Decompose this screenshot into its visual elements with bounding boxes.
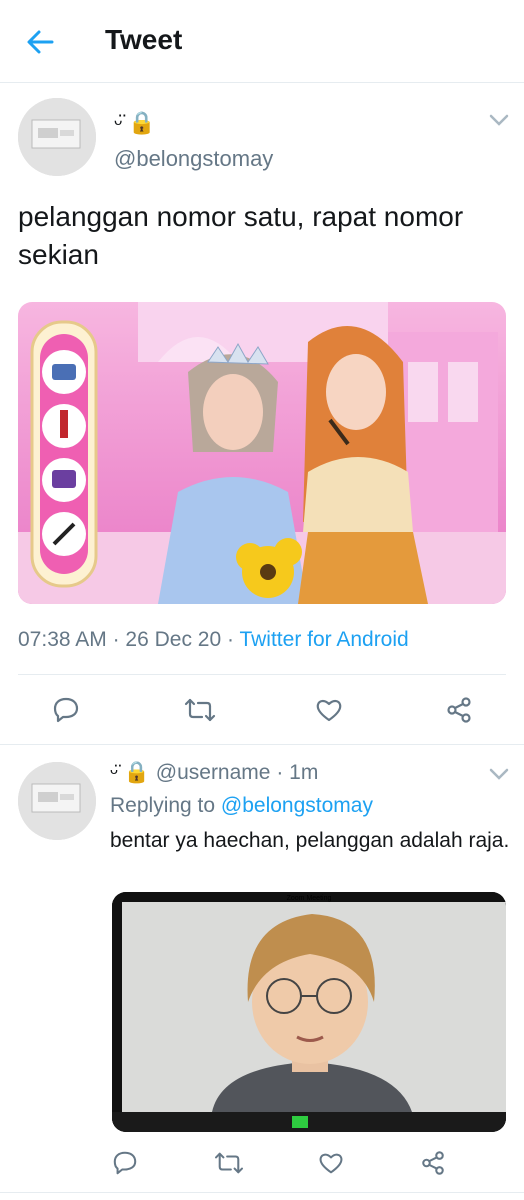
divider	[0, 1192, 524, 1193]
like-icon[interactable]	[315, 696, 343, 724]
replying-to-handle[interactable]: @belongstomay	[221, 794, 373, 817]
back-arrow-icon[interactable]	[22, 24, 58, 60]
tweet-text: pelanggan nomor satu, rapat nomor sekian	[18, 201, 464, 270]
divider	[18, 674, 506, 675]
tweet-date: 26 Dec 20	[125, 628, 222, 651]
reply-avatar[interactable]	[18, 762, 96, 840]
reply-actions	[0, 1148, 524, 1178]
reply-age: · 1m	[276, 761, 319, 784]
top-bar	[0, 0, 524, 83]
like-icon[interactable]	[318, 1150, 344, 1176]
tweet-actions	[0, 690, 524, 730]
separator-dot: ·	[227, 628, 234, 651]
chevron-down-icon[interactable]	[488, 766, 510, 782]
divider	[0, 744, 524, 745]
reply-text: bentar ya haechan, pelanggan adalah raja…	[110, 829, 510, 852]
tweet-image[interactable]	[18, 302, 506, 604]
share-icon[interactable]	[445, 696, 473, 724]
reply-image[interactable]: Zoom Meeting	[112, 892, 506, 1132]
tweet-time: 07:38 AM	[18, 628, 107, 651]
reply-display-name[interactable]: ᵕ̈ 🔒	[110, 761, 150, 784]
separator-dot: ·	[112, 628, 120, 651]
tweet-source-link[interactable]: Twitter for Android	[239, 628, 408, 651]
reply-handle[interactable]: @username	[156, 761, 271, 784]
zoom-title: Zoom Meeting	[287, 895, 332, 902]
replying-to-row: Replying to @belongstomay	[110, 794, 373, 818]
display-name[interactable]: ᵕ̈ 🔒	[114, 110, 156, 136]
chevron-down-icon[interactable]	[488, 112, 510, 128]
reply-icon[interactable]	[52, 696, 80, 724]
reply-header: ᵕ̈ 🔒 @username · 1m	[110, 761, 318, 785]
reply-icon[interactable]	[112, 1150, 138, 1176]
retweet-icon[interactable]	[184, 696, 216, 724]
username-handle[interactable]: @belongstomay	[114, 146, 273, 172]
tweet-timestamp-row: 07:38 AM · 26 Dec 20 · Twitter for Andro…	[18, 628, 409, 652]
share-icon[interactable]	[420, 1150, 446, 1176]
replying-to-label: Replying to	[110, 794, 216, 817]
avatar[interactable]	[18, 98, 96, 176]
page-title: Tweet	[105, 24, 183, 55]
retweet-icon[interactable]	[214, 1150, 244, 1176]
